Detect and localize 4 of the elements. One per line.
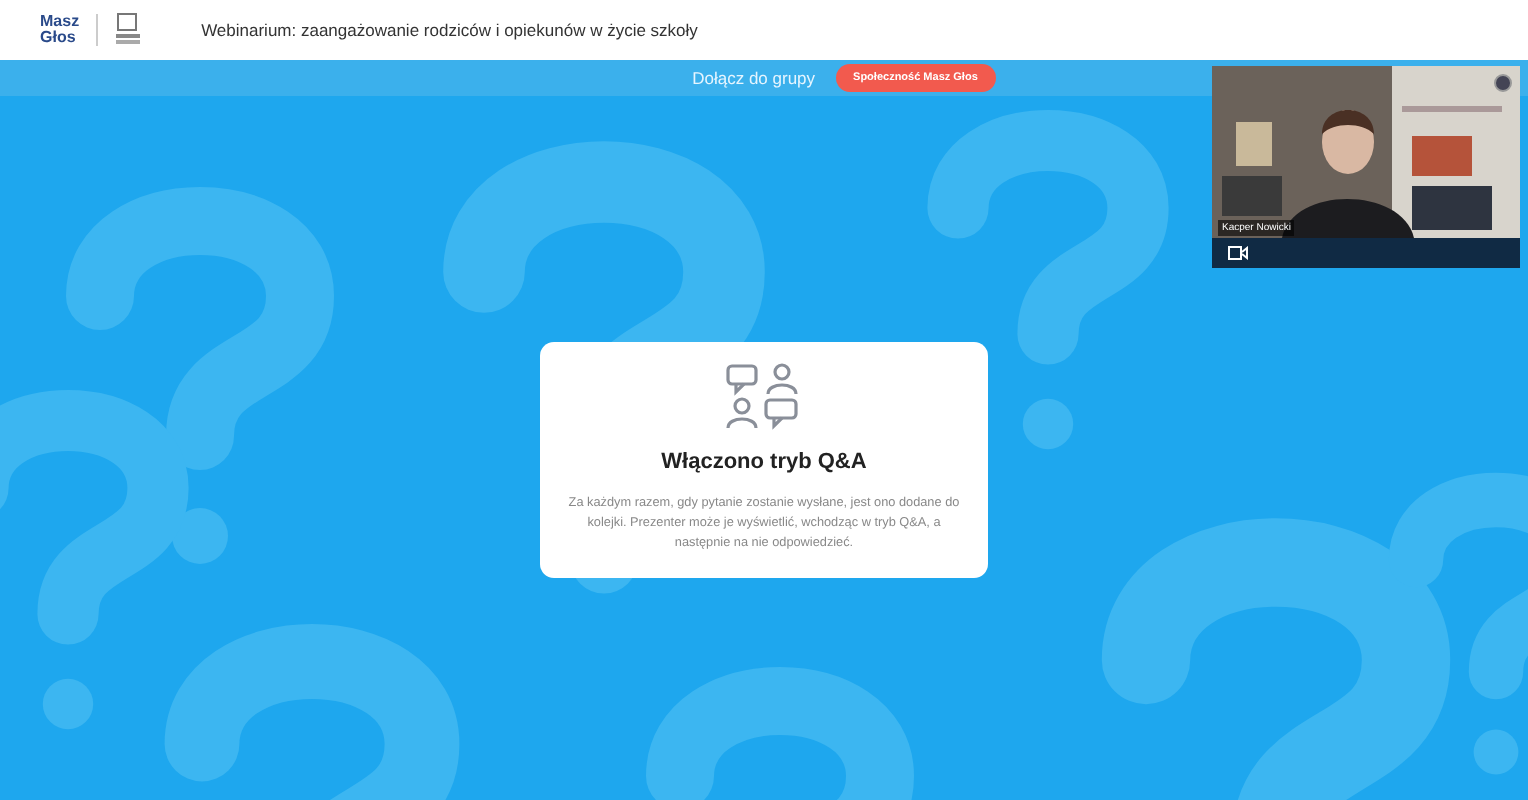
logo[interactable]: Masz Głos: [40, 14, 80, 46]
banner-text: Dołącz do grupy: [692, 68, 816, 88]
webinar-title: Webinarium: zaangażowanie rodziców i opiekunów w życie szkoły: [201, 20, 698, 40]
card-title: Włączono tryb Q&A: [661, 450, 867, 474]
